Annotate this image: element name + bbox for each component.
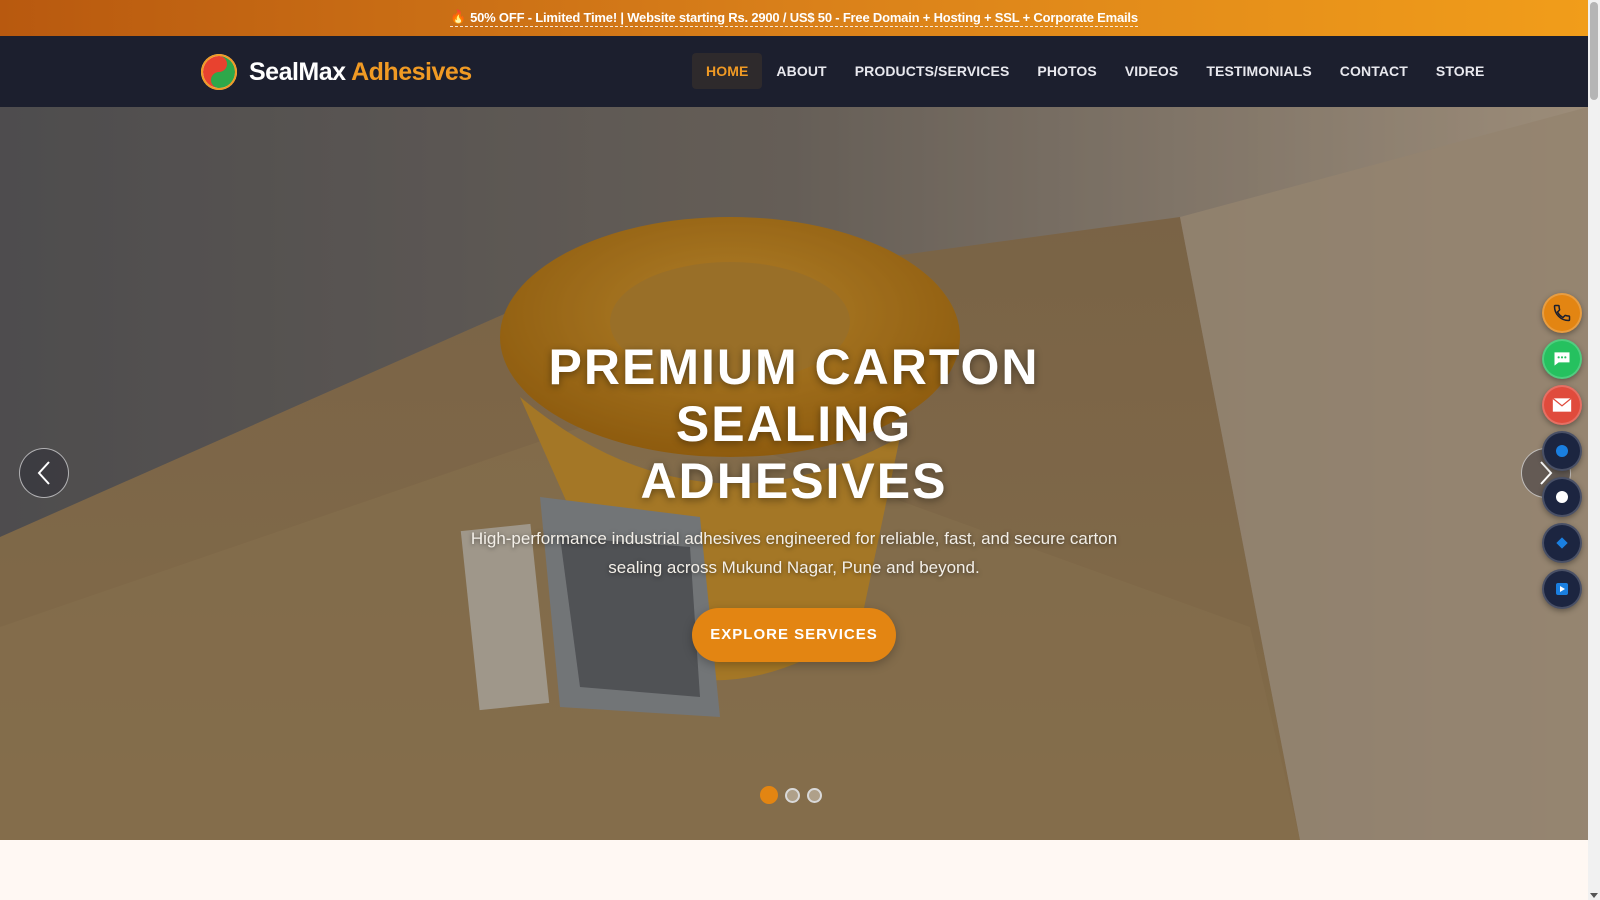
hero-title-line1: PREMIUM CARTON SEALING — [548, 339, 1040, 452]
chat-button[interactable] — [1542, 339, 1582, 379]
carousel-prev-button[interactable] — [19, 448, 69, 498]
nav-item-videos[interactable]: VIDEOS — [1111, 53, 1193, 89]
carousel-dot-2[interactable] — [785, 787, 800, 803]
hero-title-line2: ADHESIVES — [640, 453, 948, 509]
page-scrollbar[interactable] — [1588, 0, 1600, 900]
hero-carousel: PREMIUM CARTON SEALING ADHESIVES High-pe… — [0, 107, 1588, 840]
phone-icon — [1553, 304, 1571, 322]
hero-title: PREMIUM CARTON SEALING ADHESIVES — [484, 339, 1104, 510]
social-icon-1 — [1556, 445, 1568, 457]
logo-icon — [201, 54, 237, 90]
scroll-down-arrow-icon[interactable] — [1590, 893, 1598, 898]
social-button-2[interactable] — [1542, 477, 1582, 517]
nav-item-contact[interactable]: CONTACT — [1326, 53, 1422, 89]
social-button-3[interactable] — [1542, 523, 1582, 563]
brand-logo[interactable]: SealMax Adhesives — [199, 52, 472, 92]
brand-name-part2: Adhesives — [351, 57, 472, 86]
promo-bar: 🔥 50% OFF - Limited Time! | Website star… — [0, 0, 1588, 36]
carousel-dot-1[interactable] — [760, 786, 778, 804]
chat-icon — [1554, 352, 1570, 366]
scrollbar-thumb[interactable] — [1590, 2, 1598, 100]
video-button[interactable] — [1542, 569, 1582, 609]
nav-item-photos[interactable]: PHOTOS — [1023, 53, 1110, 89]
phone-button[interactable] — [1542, 293, 1582, 333]
chevron-left-icon — [37, 461, 50, 485]
nav-item-testimonials[interactable]: TESTIMONIALS — [1192, 53, 1325, 89]
brand-name: SealMax Adhesives — [249, 58, 472, 87]
carousel-indicators — [760, 786, 822, 804]
hero-subtitle: High-performance industrial adhesives en… — [470, 529, 1118, 577]
nav-item-products-services[interactable]: PRODUCTS/SERVICES — [841, 53, 1024, 89]
social-icon-2 — [1556, 491, 1568, 503]
mail-icon — [1552, 397, 1572, 412]
social-button-1[interactable] — [1542, 431, 1582, 471]
floating-actions — [1542, 293, 1582, 609]
promo-text: 50% OFF - Limited Time! | Website starti… — [470, 9, 1138, 25]
fire-icon: 🔥 — [450, 9, 467, 24]
nav-item-store[interactable]: STORE — [1422, 53, 1498, 89]
explore-services-button[interactable]: EXPLORE SERVICES — [692, 608, 896, 662]
next-section — [0, 840, 1588, 900]
promo-link[interactable]: 🔥 50% OFF - Limited Time! | Website star… — [450, 9, 1138, 27]
main-navbar: SealMax Adhesives HOME ABOUT PRODUCTS/SE… — [0, 36, 1588, 107]
social-icon-3 — [1556, 537, 1568, 549]
nav-item-about[interactable]: ABOUT — [762, 53, 840, 89]
brand-name-part1: SealMax — [249, 57, 346, 86]
mail-button[interactable] — [1542, 385, 1582, 425]
carousel-dot-3[interactable] — [807, 787, 822, 803]
hero-content: PREMIUM CARTON SEALING ADHESIVES High-pe… — [0, 339, 1588, 662]
video-icon — [1556, 583, 1568, 595]
nav-menu: HOME ABOUT PRODUCTS/SERVICES PHOTOS VIDE… — [692, 53, 1498, 89]
nav-item-home[interactable]: HOME — [692, 53, 763, 89]
